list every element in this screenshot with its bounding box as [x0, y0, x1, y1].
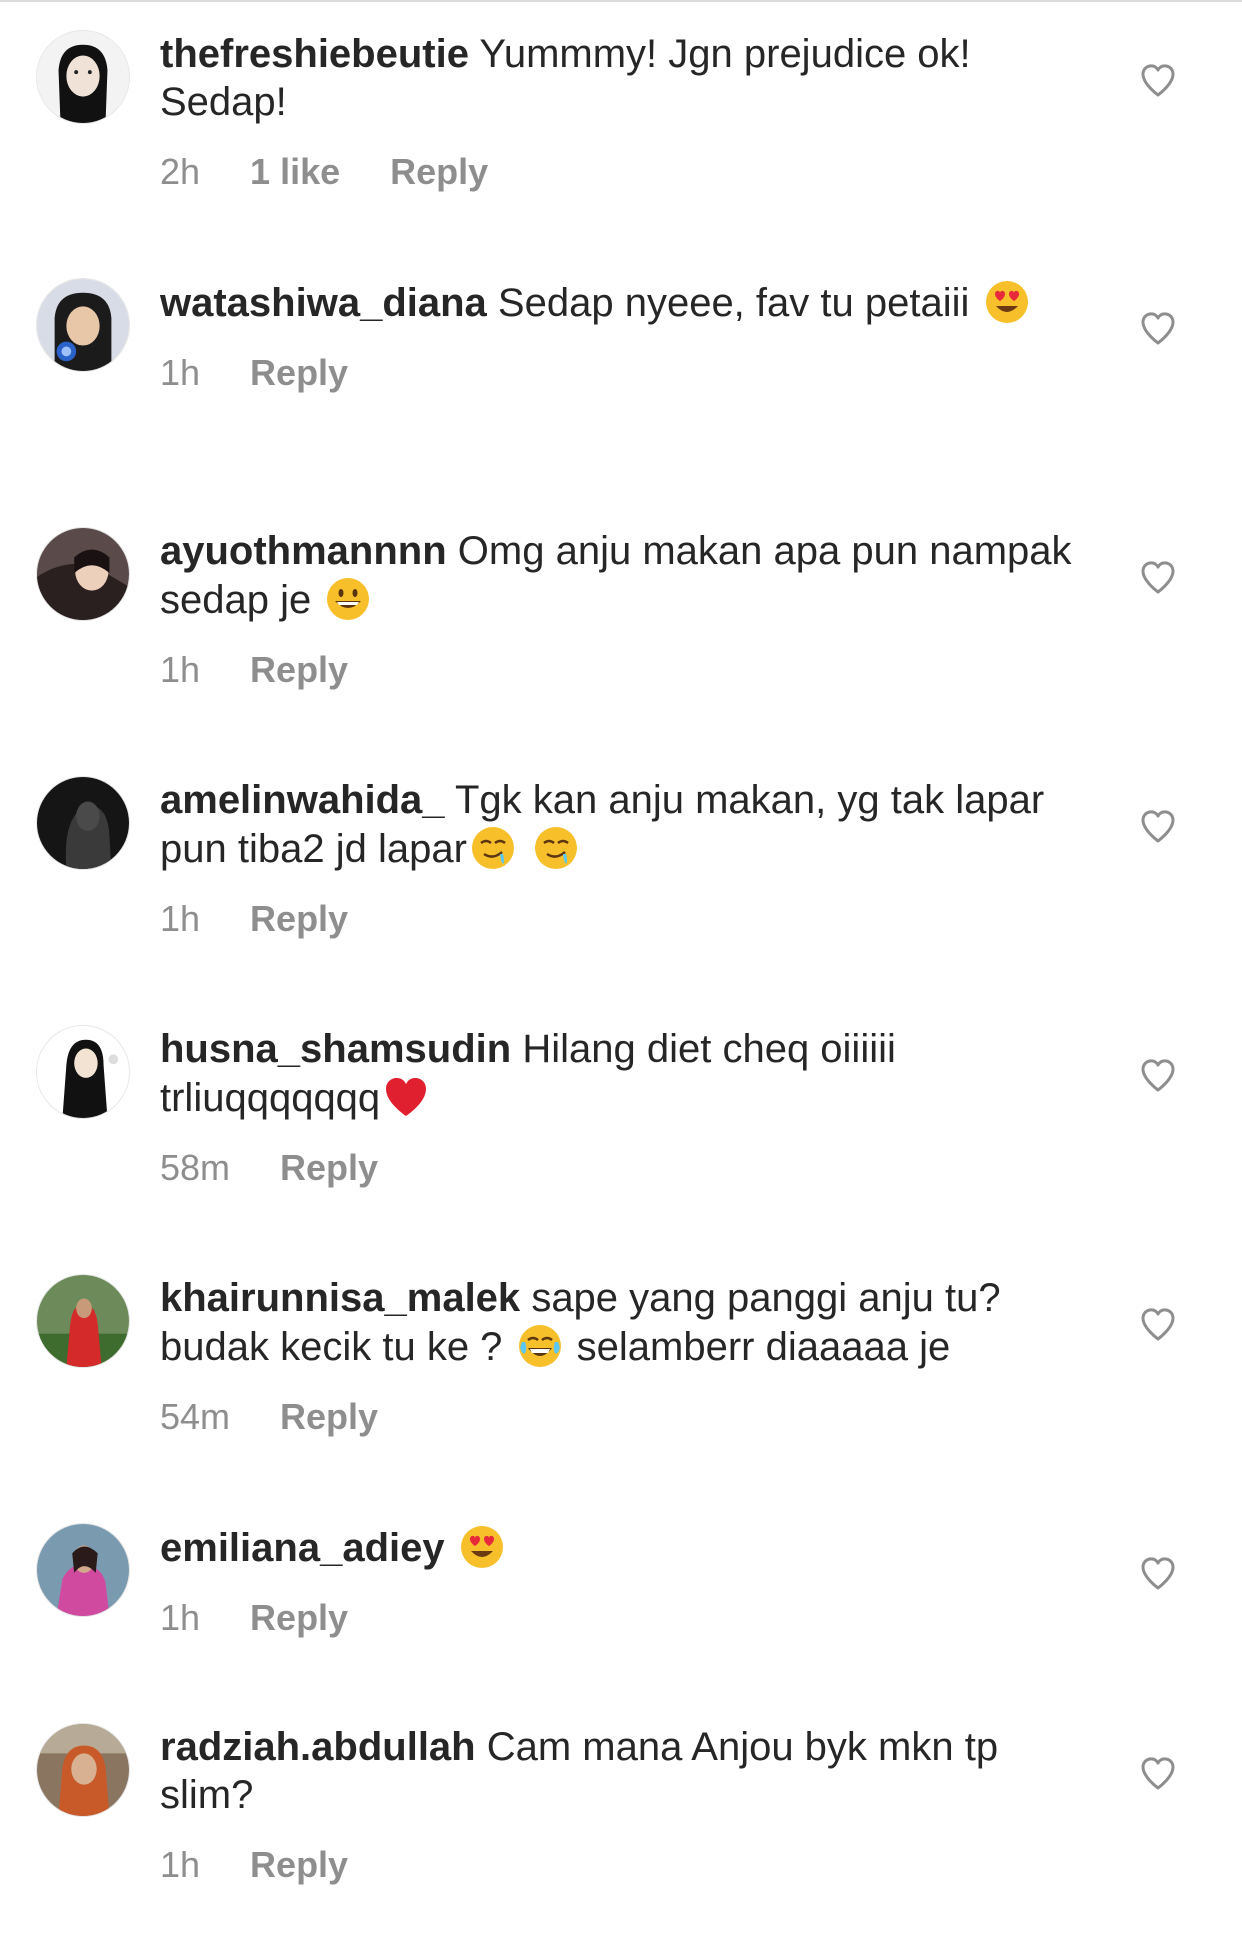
comment-username[interactable]: thefreshiebeutie [160, 32, 469, 76]
comment-item: khairunnisa_malek sape yang panggi anju … [0, 1244, 1242, 1484]
reply-button[interactable]: Reply [250, 648, 348, 692]
like-heart-icon[interactable] [1138, 1304, 1178, 1344]
comment-body: radziah.abdullah Cam mana Anjou byk mkn … [160, 1723, 1090, 1887]
comment-meta: 1h Reply [160, 351, 1090, 395]
comment-text: emiliana_adiey [160, 1523, 1090, 1572]
comment-username[interactable]: husna_shamsudin [160, 1027, 511, 1071]
drooling-emoji [469, 824, 517, 872]
comment-body: thefreshiebeutie Yummmy! Jgn prejudice o… [160, 30, 1090, 194]
avatar[interactable] [36, 527, 130, 621]
avatar[interactable] [36, 1523, 130, 1617]
reply-button[interactable]: Reply [390, 150, 488, 194]
comment-text: radziah.abdullah Cam mana Anjou byk mkn … [160, 1723, 1090, 1819]
comment-time: 58m [160, 1147, 231, 1188]
comment-item: thefreshiebeutie Yummmy! Jgn prejudice o… [0, 0, 1242, 240]
comment-item: amelinwahida_ Tgk kan anju makan, yg tak… [0, 746, 1242, 986]
comment-body: khairunnisa_malek sape yang panggi anju … [160, 1274, 1090, 1439]
comment-username[interactable]: watashiwa_diana [160, 281, 487, 325]
comment-meta: 1h Reply [160, 897, 1090, 941]
avatar[interactable] [36, 1025, 130, 1119]
avatar[interactable] [36, 30, 130, 124]
avatar[interactable] [36, 278, 130, 372]
comment-text: husna_shamsudin Hilang diet cheq oiiiiii… [160, 1025, 1090, 1122]
comment-time: 1h [160, 1844, 201, 1885]
comment-meta: 1h Reply [160, 1596, 1090, 1640]
comment-body: watashiwa_diana Sedap nyeee, fav tu peta… [160, 278, 1090, 395]
comment-meta: 1h Reply [160, 1843, 1090, 1887]
comment-item: ayuothmannnn Omg anju makan apa pun namp… [0, 497, 1242, 737]
comment-text: ayuothmannnn Omg anju makan apa pun namp… [160, 527, 1090, 624]
comment-username[interactable]: radziah.abdullah [160, 1725, 476, 1769]
reply-button[interactable]: Reply [250, 1596, 348, 1640]
comment-text: thefreshiebeutie Yummmy! Jgn prejudice o… [160, 30, 1090, 126]
like-heart-icon[interactable] [1138, 1055, 1178, 1095]
drooling-emoji [532, 824, 580, 872]
comment-body: ayuothmannnn Omg anju makan apa pun namp… [160, 527, 1090, 692]
comment-text: amelinwahida_ Tgk kan anju makan, yg tak… [160, 776, 1090, 873]
comment-meta: 1h Reply [160, 648, 1090, 692]
comment-item: watashiwa_diana Sedap nyeee, fav tu peta… [0, 248, 1242, 488]
comment-message-continued: selamberr diaaaaa je [576, 1325, 951, 1369]
avatar[interactable] [36, 1723, 130, 1817]
comment-username[interactable]: emiliana_adiey [160, 1526, 445, 1570]
comment-time: 2h [160, 151, 201, 192]
comment-username[interactable]: amelinwahida_ [160, 778, 445, 822]
comment-meta: 58m Reply [160, 1146, 1090, 1190]
comment-time: 54m [160, 1396, 231, 1437]
heart-eyes-emoji [458, 1523, 506, 1571]
avatar[interactable] [36, 1274, 130, 1368]
like-heart-icon[interactable] [1138, 60, 1178, 100]
grinning-emoji [324, 575, 372, 623]
comment-item: husna_shamsudin Hilang diet cheq oiiiiii… [0, 995, 1242, 1235]
like-heart-icon[interactable] [1138, 1553, 1178, 1593]
like-heart-icon[interactable] [1138, 1753, 1178, 1793]
reply-button[interactable]: Reply [280, 1395, 378, 1439]
comment-text: khairunnisa_malek sape yang panggi anju … [160, 1274, 1090, 1371]
comment-body: emiliana_adiey 1h Reply [160, 1523, 1090, 1640]
comment-time: 1h [160, 898, 201, 939]
like-heart-icon[interactable] [1138, 557, 1178, 597]
red-heart-emoji [382, 1073, 430, 1121]
reply-button[interactable]: Reply [280, 1146, 378, 1190]
comment-message: Sedap nyeee, fav tu petaiii [497, 281, 970, 325]
like-heart-icon[interactable] [1138, 308, 1178, 348]
comment-time: 1h [160, 649, 201, 690]
comment-meta: 2h 1 like Reply [160, 150, 1090, 194]
like-heart-icon[interactable] [1138, 806, 1178, 846]
tears-of-joy-emoji [516, 1322, 564, 1370]
comment-body: amelinwahida_ Tgk kan anju makan, yg tak… [160, 776, 1090, 941]
comment-body: husna_shamsudin Hilang diet cheq oiiiiii… [160, 1025, 1090, 1190]
comment-meta: 54m Reply [160, 1395, 1090, 1439]
comment-username[interactable]: khairunnisa_malek [160, 1276, 520, 1320]
reply-button[interactable]: Reply [250, 1843, 348, 1887]
comment-username[interactable]: ayuothmannnn [160, 529, 447, 573]
comment-likes[interactable]: 1 like [250, 150, 340, 194]
avatar[interactable] [36, 776, 130, 870]
reply-button[interactable]: Reply [250, 897, 348, 941]
comment-item: radziah.abdullah Cam mana Anjou byk mkn … [0, 1693, 1242, 1933]
comment-text: watashiwa_diana Sedap nyeee, fav tu peta… [160, 278, 1090, 327]
comment-time: 1h [160, 352, 201, 393]
reply-button[interactable]: Reply [250, 351, 348, 395]
heart-eyes-emoji [983, 278, 1031, 326]
comment-time: 1h [160, 1597, 201, 1638]
